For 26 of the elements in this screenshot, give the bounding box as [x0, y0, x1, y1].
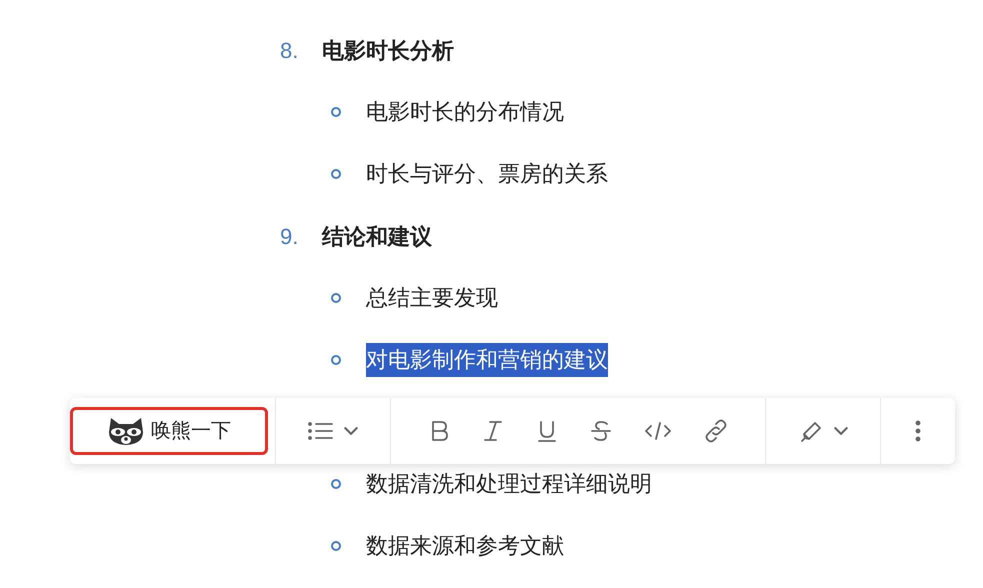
list-item-text: 电影时长的分布情况	[366, 98, 564, 126]
bullet-icon	[331, 169, 341, 179]
strikethrough-icon	[589, 419, 613, 443]
underline-icon	[535, 419, 559, 443]
bullet-icon	[331, 355, 341, 365]
section-heading: 电影时长分析	[322, 36, 454, 64]
caret-icon	[834, 427, 848, 435]
caret-icon	[344, 427, 358, 435]
more-icon	[914, 419, 922, 443]
bullet-icon	[331, 541, 341, 551]
list-item-text: 时长与评分、票房的关系	[366, 160, 608, 188]
list-item-text: 数据清洗和处理过程详细说明	[366, 470, 652, 498]
bullet-icon	[331, 479, 341, 489]
code-icon	[643, 419, 673, 443]
bullet-icon	[331, 293, 341, 303]
bullet-icon	[331, 107, 341, 117]
section-heading: 结论和建议	[322, 222, 432, 250]
list-number: 9.	[280, 222, 300, 250]
list-number: 8.	[280, 36, 300, 64]
link-icon	[703, 419, 729, 443]
italic-icon	[481, 419, 505, 443]
list-icon	[308, 419, 336, 443]
list-item-text: 对电影制作和营销的建议	[366, 343, 608, 377]
ai-assistant-button[interactable]: 唤熊一下	[70, 407, 268, 455]
list-item-text: 数据来源和参考文献	[366, 532, 564, 560]
list-item-text: 总结主要发现	[366, 284, 498, 312]
